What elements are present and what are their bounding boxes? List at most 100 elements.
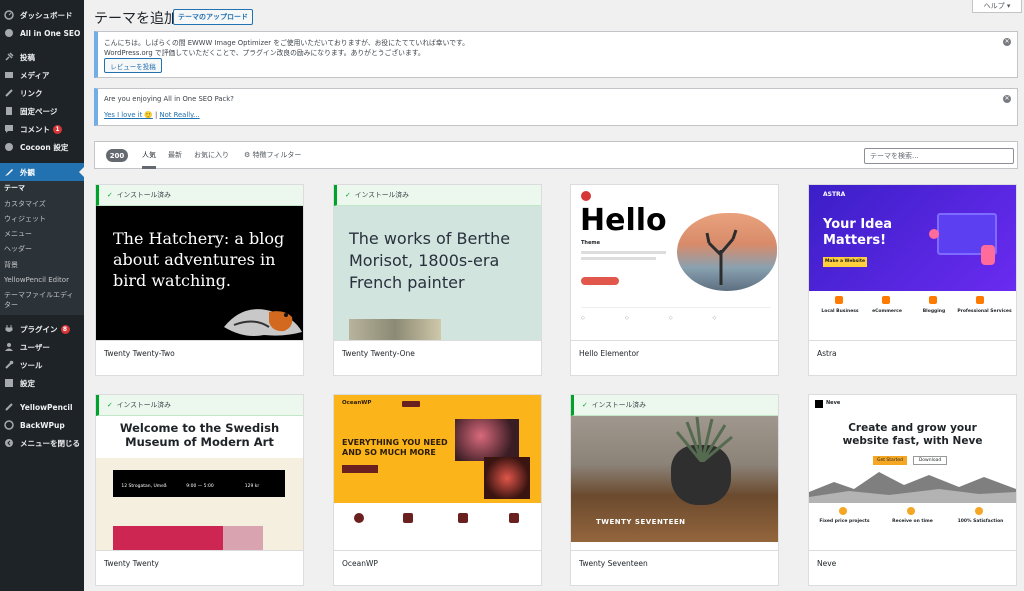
submenu-item[interactable]: 背景 (4, 261, 18, 270)
sidebar-item-cocoon[interactable]: Cocoon 設定 (0, 138, 84, 156)
screenshot-text: The Hatchery: a blog about adventures in… (113, 229, 285, 290)
installed-banner: ✓ インストール済み (96, 395, 303, 416)
upload-theme-button[interactable]: テーマのアップロード (173, 9, 253, 25)
theme-card-hello-elementor[interactable]: Hello Theme ◇◇◇◇ Hello Elementor (570, 184, 779, 376)
sidebar-item-tools[interactable]: ツール (0, 356, 84, 374)
tab-latest[interactable]: 最新 (168, 142, 182, 169)
theme-count-badge: 200 (106, 149, 128, 162)
post-review-button[interactable]: レビューを投稿 (104, 58, 162, 73)
hero-image (113, 526, 223, 550)
backup-icon (3, 419, 15, 431)
theme-card-neve[interactable]: Neve Create and grow your website fast, … (808, 394, 1017, 586)
submenu-item[interactable]: テーマファイルエディ (4, 291, 74, 300)
sidebar-item-backup[interactable]: BackWPup (0, 416, 84, 434)
theme-screenshot: The works of Berthe Morisot, 1800s-era F… (334, 185, 541, 340)
installed-banner: ✓ インストール済み (96, 185, 303, 206)
theme-name: Twenty Twenty-One (334, 340, 541, 375)
joshua-tree-icon (705, 229, 738, 285)
sidebar-item-dashboard[interactable]: ダッシュボード (0, 6, 84, 24)
sidebar-item-label: 投稿 (20, 52, 35, 62)
sidebar-item-label: All in One SEO (20, 28, 81, 38)
check-icon: ✓ (582, 401, 588, 409)
sidebar-item-label: ツール (20, 360, 43, 370)
submenu-item[interactable]: YellowPencil Editor (4, 276, 69, 285)
dismiss-icon[interactable]: ✕ (1003, 95, 1011, 103)
theme-card-astra[interactable]: ASTRA Your Idea Matters! Make a Website … (808, 184, 1017, 376)
submenu-item[interactable]: ター (4, 301, 18, 310)
tab-popular[interactable]: 人気 (142, 142, 156, 169)
sidebar-item-link[interactable]: リンク (0, 84, 84, 102)
page-icon (3, 105, 15, 117)
submenu-item[interactable]: ヘッダー (4, 245, 32, 254)
check-icon: ✓ (345, 191, 351, 199)
sidebar-item-plugin[interactable]: プラグイン 8 (0, 320, 84, 338)
theme-card-oceanwp[interactable]: OceanWP EVERYTHING YOU NEED AND SO MUCH … (333, 394, 542, 586)
theme-name: Hello Elementor (571, 340, 778, 375)
sidebar-item-label: 外観 (20, 167, 35, 177)
theme-card-twenty-twenty-two[interactable]: The Hatchery: a blog about adventures in… (95, 184, 304, 376)
theme-screenshot: The Hatchery: a blog about adventures in… (96, 185, 303, 340)
sidebar-item-pin[interactable]: 投稿 (0, 48, 84, 66)
tab-favorites[interactable]: お気に入り (194, 142, 229, 169)
theme-card-twenty-seventeen[interactable]: TWENTY SEVENTEEN ✓ インストール済み Twenty Sevent… (570, 394, 779, 586)
firework-image (455, 419, 519, 461)
sidebar-item-page[interactable]: 固定ページ (0, 102, 84, 120)
sidebar-item-seo[interactable]: All in One SEO (0, 24, 84, 42)
theme-screenshot: Hello Theme ◇◇◇◇ (571, 185, 778, 340)
sidebar-item-label: リンク (20, 88, 43, 98)
link-separator: | (152, 111, 160, 119)
ewww-notice: こんにちは。しばらくの間 EWWW Image Optimizer をご使用いた… (94, 31, 1018, 78)
sidebar-item-settings[interactable]: 設定 (0, 374, 84, 392)
sidebar-item-label: YellowPencil (20, 402, 73, 412)
not-really-link[interactable]: Not Really... (160, 111, 200, 119)
theme-screenshot: TWENTY SEVENTEEN (571, 395, 778, 550)
cta-button (581, 277, 619, 285)
installed-banner: ✓ インストール済み (571, 395, 778, 416)
sidebar-item-collapse[interactable]: メニューを閉じる (0, 434, 84, 452)
screenshot-text: Hello (580, 203, 667, 238)
elementor-logo-icon (581, 191, 591, 201)
sidebar-item-comment[interactable]: コメント 1 (0, 120, 84, 138)
ewww-notice-line1: こんにちは。しばらくの間 EWWW Image Optimizer をご使用いた… (104, 39, 469, 47)
submenu-item[interactable]: メニュー (4, 230, 32, 239)
sidebar-item-pencil[interactable]: YellowPencil (0, 398, 84, 416)
submenu-item[interactable]: ウィジェット (4, 215, 46, 224)
seo-icon (3, 27, 15, 39)
cocoon-icon (3, 141, 15, 153)
yes-love-it-link[interactable]: Yes I love it 🙂 (104, 111, 153, 119)
theme-screenshot: Neve Create and grow your website fast, … (809, 395, 1016, 550)
submenu-item[interactable]: テーマ (4, 184, 25, 193)
sidebar-item-label: 固定ページ (20, 106, 58, 116)
tab-feature-filter[interactable]: ⚙ 特徴フィルター (244, 142, 301, 169)
plugin-icon (3, 323, 15, 335)
submenu-item[interactable]: カスタマイズ (4, 200, 46, 209)
theme-card-twenty-twenty-one[interactable]: The works of Berthe Morisot, 1800s-era F… (333, 184, 542, 376)
theme-card-twenty-twenty[interactable]: Welcome to the Swedish Museum of Modern … (95, 394, 304, 586)
sidebar-item-label: メニューを閉じる (20, 438, 80, 448)
user-icon (3, 341, 15, 353)
check-icon: ✓ (107, 191, 113, 199)
dashboard-icon (3, 9, 15, 21)
oceanwp-logo: OceanWP (342, 400, 372, 406)
media-icon (3, 69, 15, 81)
theme-name: Twenty Twenty-Two (96, 340, 303, 375)
check-icon: ✓ (107, 401, 113, 409)
sidebar-item-appearance[interactable]: 外観 (0, 163, 84, 181)
sidebar-item-label: メディア (20, 70, 50, 80)
screenshot-text: Your Idea Matters! (823, 217, 893, 248)
sidebar-item-label: ユーザー (20, 342, 50, 352)
mountain-illustration (809, 472, 1016, 503)
theme-search-input[interactable]: テーマを検索... (864, 148, 1014, 164)
plant-icon (675, 417, 733, 462)
screenshot-text: EVERYTHING YOU NEED AND SO MUCH MORE (342, 438, 448, 457)
help-button[interactable]: ヘルプ ▾ (972, 0, 1022, 13)
sidebar-item-user[interactable]: ユーザー (0, 338, 84, 356)
settings-icon (3, 377, 15, 389)
sidebar-item-media[interactable]: メディア (0, 66, 84, 84)
theme-screenshot: Welcome to the Swedish Museum of Modern … (96, 395, 303, 550)
collapse-icon (3, 437, 15, 449)
dismiss-icon[interactable]: ✕ (1003, 38, 1011, 46)
screenshot-subtext: Theme (581, 240, 600, 246)
comment-icon (3, 123, 15, 135)
pencil-icon (3, 401, 15, 413)
